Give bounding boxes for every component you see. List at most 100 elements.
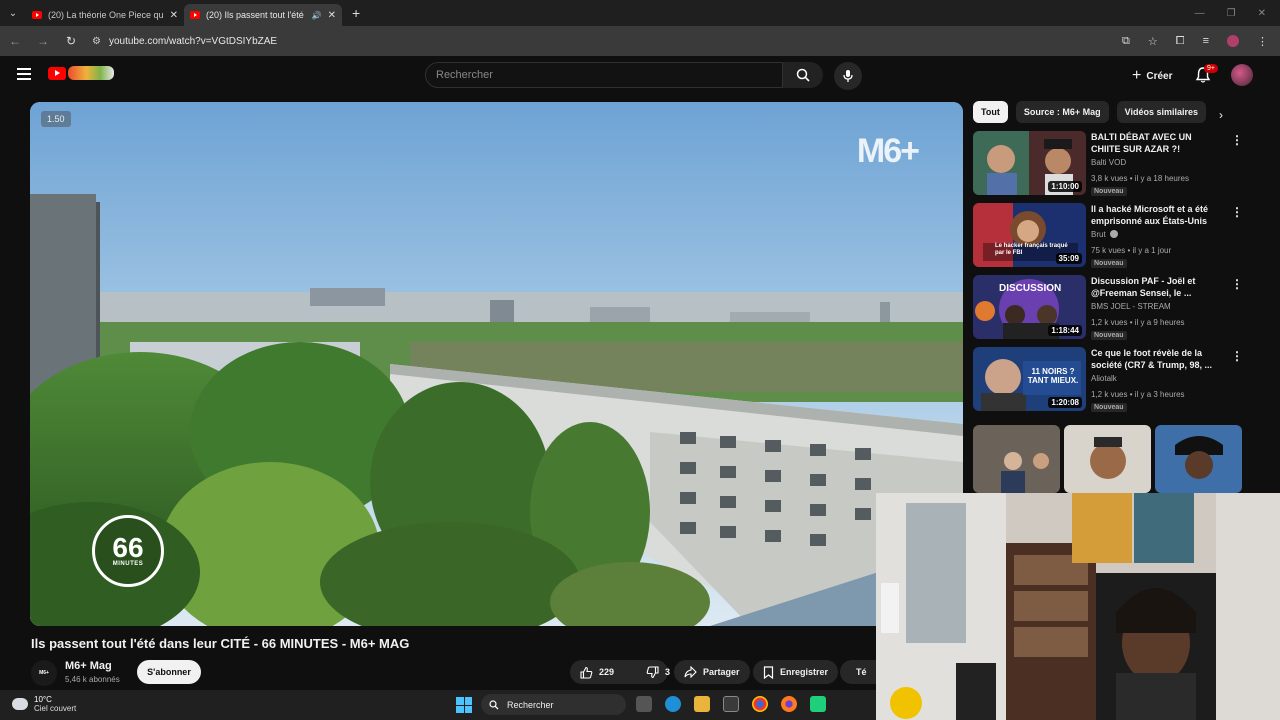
search-button[interactable] [783,62,823,88]
short-image [973,425,1060,493]
voice-search-button[interactable] [834,62,862,90]
windows-start-icon[interactable] [456,697,472,713]
notification-badge: 9+ [1204,64,1218,73]
task-view-icon[interactable] [636,696,652,712]
recommendation-channel[interactable]: Aliotalk [1091,374,1117,383]
more-options-icon[interactable]: ⋮ [1231,349,1243,363]
edge-browser-icon[interactable] [665,696,681,712]
maximize-icon[interactable]: ❐ [1227,8,1236,19]
video-thumbnail[interactable]: 11 NOIRS ? TANT MIEUX. 1:20:08 [973,347,1086,411]
weather-widget[interactable]: 10°C Ciel couvert [12,695,76,713]
video-thumbnail[interactable]: Le hacker français traqué par le FBI 35:… [973,203,1086,267]
account-avatar[interactable] [1231,64,1253,86]
recommendation-meta: 75 k vues • il y a 1 jour [1091,246,1172,255]
extensions-puzzle-icon[interactable]: ⧠ [1176,35,1185,48]
recommendation-channel[interactable]: Balti VOD [1091,158,1126,167]
firefox-browser-icon[interactable] [781,696,797,712]
recommendation-channel[interactable]: Brut [1091,230,1118,239]
bookmark-star-icon[interactable]: ☆ [1148,35,1158,48]
site-info-icon[interactable]: ⚙ [92,36,101,47]
channel-name[interactable]: M6+ Mag [65,660,112,672]
share-arrow-icon [684,666,697,678]
tab-search-chevron-icon[interactable]: ⌄ [0,0,26,26]
reload-icon[interactable]: ↻ [64,34,78,48]
recommendation-item[interactable]: Le hacker français traqué par le FBI 35:… [973,203,1253,269]
tab-audio-icon[interactable]: 🔊 [312,11,322,20]
file-explorer-icon[interactable] [694,696,710,712]
new-tab-plus-icon[interactable]: + [352,5,360,21]
profile-avatar[interactable] [1227,34,1239,47]
streaming-app-icon[interactable] [810,696,826,712]
recommendation-meta: 1,2 k vues • il y a 3 heures [1091,390,1185,399]
recommendation-channel[interactable]: BMS JOEL - STREAM [1091,302,1171,311]
store-icon[interactable] [723,696,739,712]
recommendation-meta: 3,8 k vues • il y a 18 heures [1091,174,1189,183]
taskbar-search[interactable]: Rechercher [481,694,626,715]
channel-label: Brut [1091,230,1106,239]
search-input[interactable]: Rechercher [425,62,783,88]
more-options-icon[interactable]: ⋮ [1231,205,1243,219]
search-icon [796,68,810,82]
chip-source[interactable]: Source : M6+ Mag [1015,101,1109,123]
recommendation-title[interactable]: Discussion PAF - Joël et @Freeman Sensei… [1091,275,1221,299]
recommendation-item[interactable]: 1:10:00 BALTI DÉBAT AVEC UN CHIITE SUR A… [973,131,1253,197]
thumbs-down-icon [646,665,659,678]
tab-close-icon[interactable]: ✕ [328,10,336,21]
browser-tab[interactable]: (20) La théorie One Piece qui e ✕ [26,4,184,26]
short-thumbnail[interactable] [1155,425,1242,493]
browser-tab-active[interactable]: (20) Ils passent tout l'été da 🔊 ✕ [184,4,342,26]
recommendation-meta: 1,2 k vues • il y a 9 heures [1091,318,1185,327]
recommendation-item[interactable]: 11 NOIRS ? TANT MIEUX. 1:20:08 Ce que le… [973,347,1253,413]
address-bar-actions: ⧉ ☆ ⧠ ≡ ⋮ [1122,34,1272,48]
create-button[interactable]: + Créer [1126,65,1178,87]
subscribe-button[interactable]: S'abonner [137,660,201,684]
weather-temperature: 10°C [34,695,52,704]
forward-arrow-icon[interactable]: → [36,34,50,48]
media-control-icon[interactable]: ≡ [1203,35,1209,48]
chrome-browser-icon[interactable] [752,696,768,712]
shorts-row [973,425,1242,493]
chip-all[interactable]: Tout [973,101,1008,123]
recommendation-item[interactable]: DISCUSSION 1:18:44 Discussion PAF - Joël… [973,275,1253,341]
save-button[interactable]: Enregistrer [753,660,839,684]
video-duration: 1:18:44 [1048,325,1082,336]
download-button[interactable]: Té [840,660,876,684]
create-label: Créer [1146,70,1173,82]
new-badge: Nouveau [1091,259,1127,268]
chevron-right-icon[interactable]: › [1219,108,1223,122]
new-badge: Nouveau [1091,403,1127,412]
tab-close-icon[interactable]: ✕ [170,10,178,21]
recommendation-title[interactable]: Il a hacké Microsoft et a été emprisonné… [1091,203,1221,227]
recommendation-title[interactable]: Ce que le foot révèle de la société (CR7… [1091,347,1221,371]
video-player[interactable]: 1.50 M6+ 66 MINUTES [30,102,963,626]
save-label: Enregistrer [780,667,829,677]
chip-related[interactable]: Vidéos similaires [1116,101,1206,123]
cloud-icon [12,698,28,710]
more-options-icon[interactable]: ⋮ [1231,277,1243,291]
short-thumbnail[interactable] [973,425,1060,493]
recommendation-title[interactable]: BALTI DÉBAT AVEC UN CHIITE SUR AZAR ?! [1091,131,1221,155]
video-thumbnail[interactable]: DISCUSSION 1:18:44 [973,275,1086,339]
close-window-icon[interactable]: ✕ [1258,8,1266,19]
cast-icon[interactable]: ⧉ [1122,35,1130,48]
thumbnail-caption: 11 NOIRS ? TANT MIEUX. [1027,367,1079,385]
address-bar-row: ← → ↻ ⚙ youtube.com/watch?v=VGtDSIYbZAE … [0,26,1280,56]
channel-avatar[interactable]: M6+ [31,660,57,686]
like-button[interactable]: 229 [570,660,624,684]
microphone-icon [843,70,853,82]
youtube-logo[interactable] [48,66,114,80]
browser-menu-icon[interactable]: ⋮ [1257,35,1268,48]
search-icon [489,699,499,709]
weather-condition: Ciel couvert [34,704,77,713]
new-badge: Nouveau [1091,187,1127,196]
youtube-doodle [68,66,114,80]
video-thumbnail[interactable]: 1:10:00 [973,131,1086,195]
menu-hamburger-icon[interactable] [17,68,31,80]
address-field[interactable]: ⚙ youtube.com/watch?v=VGtDSIYbZAE [92,36,1108,47]
short-thumbnail[interactable] [1064,425,1151,493]
back-arrow-icon[interactable]: ← [8,34,22,48]
youtube-favicon-icon [190,11,200,19]
more-options-icon[interactable]: ⋮ [1231,133,1243,147]
share-button[interactable]: Partager [674,660,750,684]
minimize-icon[interactable]: — [1195,8,1205,19]
